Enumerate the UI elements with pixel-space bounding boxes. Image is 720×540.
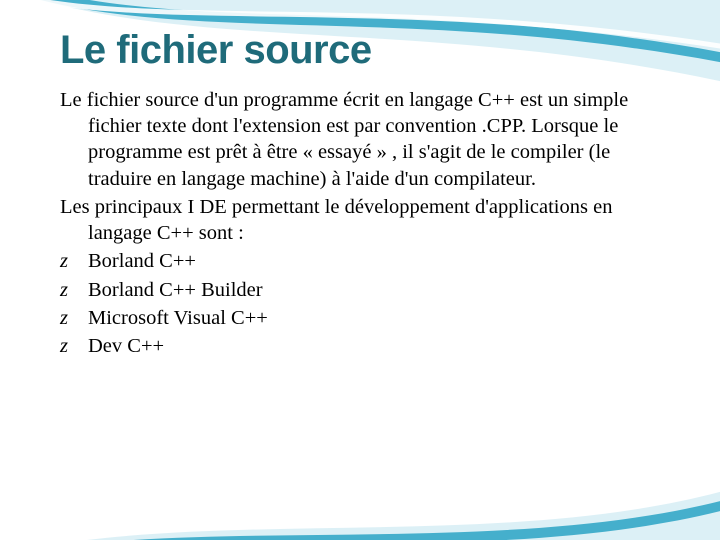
paragraph-2: Les principaux I DE permettant le dévelo… — [60, 194, 668, 246]
slide-content: Le fichier source Le fichier source d'un… — [0, 0, 720, 401]
slide-title: Le fichier source — [60, 28, 668, 73]
bullet-text: Dev C++ — [88, 335, 164, 357]
bullet-icon: z — [60, 248, 88, 274]
bullet-icon: z — [60, 277, 88, 303]
bullet-item: zMicrosoft Visual C++ — [60, 305, 668, 331]
paragraph-1: Le fichier source d'un programme écrit e… — [60, 87, 668, 192]
bullet-item: zDev C++ — [60, 333, 668, 359]
bullet-item: zBorland C++ Builder — [60, 277, 668, 303]
bullet-icon: z — [60, 305, 88, 331]
bullet-text: Borland C++ Builder — [88, 279, 263, 301]
bullet-text: Microsoft Visual C++ — [88, 307, 268, 329]
bullet-item: zBorland C++ — [60, 248, 668, 274]
bullet-icon: z — [60, 333, 88, 359]
slide-body: Le fichier source d'un programme écrit e… — [60, 87, 668, 359]
bullet-text: Borland C++ — [88, 250, 196, 272]
